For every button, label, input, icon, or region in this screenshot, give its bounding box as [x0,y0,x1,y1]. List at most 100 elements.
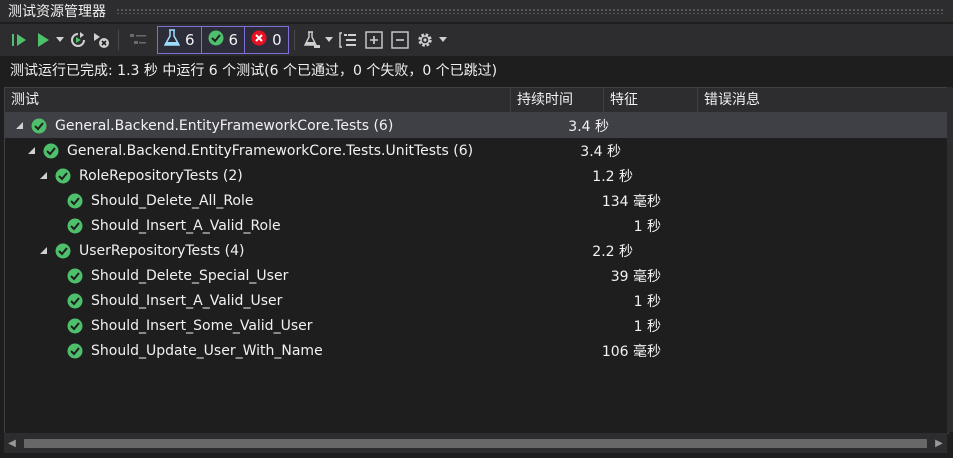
toolbar-separator [293,30,295,50]
column-header-test[interactable]: 测试 [5,88,511,112]
duration-cell: 39 毫秒 [610,268,661,285]
chevron-down-icon [324,37,333,43]
repeat-last-run-button[interactable] [66,27,90,53]
test-group-row[interactable]: UserRepositoryTests (4) 2.2 秒 [5,238,948,263]
drag-grip[interactable] [116,8,945,14]
playlist-button[interactable] [301,27,323,53]
collapse-all-button[interactable] [387,27,413,53]
repeat-icon [69,31,87,49]
hierarchy-icon [129,32,147,48]
passed-icon [55,243,71,259]
test-name-label: Should_Update_User_With_Name [91,342,323,359]
passed-icon [67,293,83,309]
passed-icon [55,168,71,184]
grid-header: 测试 持续时间 特征 错误消息 [5,88,948,113]
test-name-label: Should_Delete_All_Role [91,192,254,209]
test-name-cell: Should_Insert_A_Valid_Role [5,218,573,234]
group-by-icon [338,31,357,49]
run-button[interactable] [32,27,54,53]
vertical-scrollbar[interactable] [947,87,953,432]
duration-cell: 1 秒 [633,318,661,335]
play-icon [36,32,50,48]
passed-icon [67,343,83,359]
settings-button[interactable] [413,27,437,53]
passed-icon [43,143,59,159]
cancel-icon [92,31,110,49]
test-row[interactable]: Should_Insert_A_Valid_Role 1 秒 [5,213,948,238]
test-name-label: UserRepositoryTests (4) [79,242,245,259]
test-name-cell: Should_Delete_Special_User [5,268,573,284]
toolbar-separator [118,30,119,50]
test-name-label: Should_Insert_A_Valid_User [91,292,283,309]
playlist-dropdown-button[interactable] [323,27,335,53]
duration-cell: 1 秒 [633,293,661,310]
cancel-run-button[interactable] [90,27,112,53]
test-name-label: General.Backend.EntityFrameworkCore.Test… [55,117,394,134]
duration-cell: 3.4 秒 [580,143,621,160]
test-row[interactable]: Should_Update_User_With_Name 106 毫秒 [5,338,948,363]
failed-icon [251,30,267,50]
window-title: 测试资源管理器 [8,4,106,20]
test-row[interactable]: Should_Delete_All_Role 134 毫秒 [5,188,948,213]
test-name-label: Should_Insert_A_Valid_Role [91,217,281,234]
expand-triangle-icon[interactable] [15,121,25,131]
passed-icon [31,118,47,134]
test-name-label: General.Backend.EntityFrameworkCore.Test… [67,142,474,159]
title-bar: 测试资源管理器 [0,0,953,22]
test-row[interactable]: Should_Insert_A_Valid_User 1 秒 [5,288,948,313]
passed-count: 6 [228,31,239,49]
run-all-button[interactable] [8,27,32,53]
passed-icon [67,193,83,209]
expand-all-button[interactable] [361,27,387,53]
test-tree: General.Backend.EntityFrameworkCore.Test… [5,113,948,363]
test-row[interactable]: Should_Insert_Some_Valid_User 1 秒 [5,313,948,338]
expand-triangle-icon[interactable] [39,171,49,181]
test-counters: 6 6 0 [157,26,289,54]
test-name-cell: UserRepositoryTests (4) [5,243,545,259]
test-group-row[interactable]: General.Backend.EntityFrameworkCore.Test… [5,113,948,138]
passed-tests-filter[interactable]: 6 [200,26,246,54]
duration-cell: 3.4 秒 [568,118,609,135]
scroll-right-icon[interactable]: ▶ [931,438,947,449]
duration-cell: 106 毫秒 [601,343,661,360]
scroll-thumb[interactable] [24,438,927,448]
run-summary: 测试运行已完成: 1.3 秒 中运行 6 个测试(6 个已通过，0 个失败，0 … [10,63,498,79]
flask-icon [163,29,181,51]
column-header-error-message[interactable]: 错误消息 [698,88,946,112]
column-header-duration[interactable]: 持续时间 [511,88,604,112]
test-name-label: Should_Insert_Some_Valid_User [91,317,313,334]
test-name-cell: Should_Insert_A_Valid_User [5,293,573,309]
failed-tests-filter[interactable]: 0 [244,26,289,54]
group-by-button[interactable] [335,27,361,53]
run-dropdown-button[interactable] [54,27,66,53]
test-name-label: Should_Delete_Special_User [91,267,289,284]
collapse-icon [390,31,409,49]
total-tests-filter[interactable]: 6 [157,26,202,54]
column-header-traits[interactable]: 特征 [604,88,698,112]
passed-icon [67,268,83,284]
duration-cell: 1 秒 [633,218,661,235]
test-tree-grid: 测试 持续时间 特征 错误消息 General.Backend.EntityFr… [4,87,949,434]
toolbar: 6 6 0 [0,24,953,56]
duration-cell: 1.2 秒 [592,168,633,185]
test-name-cell: Should_Insert_Some_Valid_User [5,318,573,334]
gear-icon [416,31,434,49]
duration-cell: 2.2 秒 [592,243,633,260]
expand-triangle-icon[interactable] [27,146,37,156]
scroll-left-icon[interactable]: ◀ [4,438,20,449]
run-all-icon [11,32,29,48]
chevron-down-icon [56,37,64,43]
flask-settings-icon [303,31,321,49]
test-row[interactable]: Should_Delete_Special_User 39 毫秒 [5,263,948,288]
settings-dropdown-button[interactable] [437,27,449,53]
test-group-row[interactable]: RoleRepositoryTests (2) 1.2 秒 [5,163,948,188]
expand-triangle-icon[interactable] [39,246,49,256]
horizontal-scrollbar[interactable]: ◀ ▶ [4,433,947,453]
passed-icon [67,318,83,334]
hierarchy-button[interactable] [125,27,151,53]
test-name-cell: Should_Update_User_With_Name [5,343,573,359]
duration-cell: 134 毫秒 [601,193,661,210]
expand-icon [364,31,383,49]
failed-count: 0 [272,31,282,49]
test-group-row[interactable]: General.Backend.EntityFrameworkCore.Test… [5,138,948,163]
